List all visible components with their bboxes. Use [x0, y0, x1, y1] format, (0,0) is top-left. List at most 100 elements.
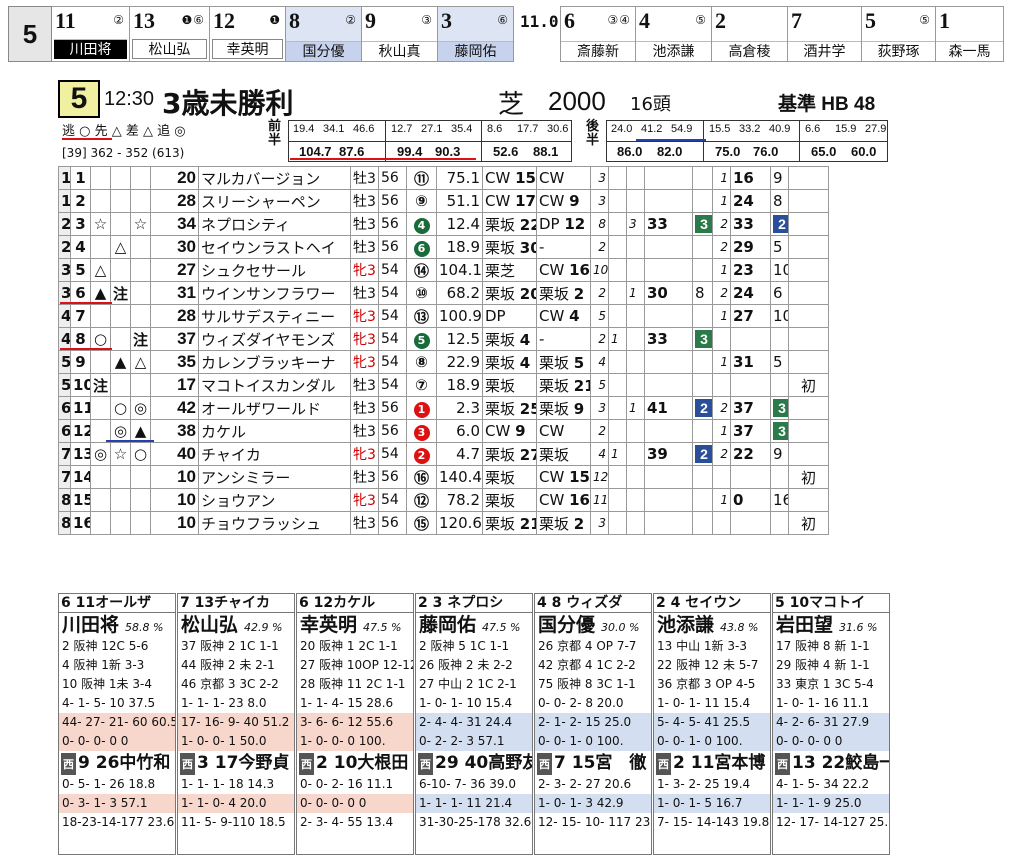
trainer-stat-1: 6-10- 7- 36 39.0: [419, 777, 516, 791]
index-e: 2: [712, 442, 731, 466]
mark-1: [90, 304, 111, 328]
jockey-rate: 47.5 %: [363, 621, 402, 634]
entry-row: 714 10アンシミラー牡356 ⑯ 140.4栗坂 CW 1512 初: [58, 465, 829, 489]
rank-number: 3: [590, 166, 609, 190]
training-2: CW 9: [536, 189, 591, 213]
top-strip-cell: 11 ② 川田将: [52, 6, 130, 62]
popularity: 5: [406, 327, 437, 351]
lap-total: 87.6: [339, 144, 365, 159]
lap-split: 19.4: [293, 123, 315, 135]
index-a: [608, 166, 627, 190]
odds: 2.3: [436, 396, 483, 420]
index-d: [692, 511, 713, 535]
score: 34: [150, 212, 199, 236]
index-b: [626, 189, 645, 213]
mark-1: ☆: [90, 212, 111, 236]
horse-number: 11: [70, 396, 91, 420]
index-c: [644, 373, 693, 397]
index-e: 1: [712, 166, 731, 190]
popularity: ⑭: [406, 258, 437, 282]
jockey-panel-horse: 5 10マコトイ: [773, 594, 889, 613]
index-a: 1: [608, 442, 627, 466]
top-strip-marks: ⑤: [695, 13, 707, 27]
sex-age: 牝3: [350, 488, 379, 512]
trainer-stat-1: 2- 3- 2- 27 20.6: [538, 777, 632, 791]
jockey-panel: 2 3 ネプロシ 藤岡佑 47.5 % 2 阪神 5 1C 1-1 26 阪神 2 未 …: [415, 593, 533, 855]
index-g: 6: [770, 281, 789, 305]
training-value: 17: [515, 192, 536, 210]
index-a: [608, 511, 627, 535]
trainer-stat-2: 1- 0- 1- 5 16.7: [654, 794, 770, 813]
horse-name: マコトイスカンダル: [198, 373, 351, 397]
entry-row: 4728サルサデスティニー牝354⑬100.9DP CW 4512710: [58, 304, 829, 328]
training-course: CW: [539, 169, 565, 187]
mark-3: [130, 258, 151, 282]
index-g-badge: 9: [773, 445, 783, 463]
training-1: 栗坂: [482, 488, 537, 512]
training-course: CW: [539, 261, 570, 279]
horse-number: 7: [70, 304, 91, 328]
index-f-value: 24: [733, 192, 754, 210]
back-lap-box: 24.0 41.2 54.9 15.5 33.2 40.9 6.6 15.9 27.9 86.0 8…: [606, 120, 888, 162]
index-e: 1: [712, 304, 731, 328]
waku-number: 1: [58, 166, 71, 190]
index-f-value: 27: [733, 307, 754, 325]
training-value: 16: [569, 491, 590, 509]
underline-blue: [106, 440, 154, 442]
jockey-stat-3: 0- 0- 0- 0 0: [773, 732, 889, 751]
index-b: 1: [626, 281, 645, 305]
entry-row: 23☆☆34ネプロシティ牡356412.4栗坂 22DP 12833332332: [58, 212, 829, 236]
weight: 54: [378, 281, 407, 305]
first-start: [788, 442, 829, 466]
top-strip-horse-number: 5: [865, 8, 876, 33]
top-strip-jockey: 荻野琢: [862, 41, 935, 61]
weight: 54: [378, 442, 407, 466]
top-strip-jockey: 松山弘: [132, 39, 207, 59]
popularity-badge: ⑭: [413, 261, 429, 280]
top-strip-jockey: 秋山真: [362, 41, 437, 61]
jockey-stat-3: 0- 0- 1- 0 100.: [654, 732, 770, 751]
mark-3: [130, 166, 151, 190]
training-course: 栗坂: [485, 445, 520, 464]
lap-total: 90.3: [435, 144, 461, 159]
weight: 56: [378, 465, 407, 489]
mark-3: ☆: [130, 212, 151, 236]
index-g: 10: [770, 258, 789, 282]
popularity: ⑨: [406, 189, 437, 213]
index-c: [644, 304, 693, 328]
popularity: 6: [406, 235, 437, 259]
trainer-label: 3 17今野貞: [197, 753, 290, 773]
race-base: 基準 HB 48: [778, 94, 876, 115]
index-g: [770, 511, 789, 535]
index-b: [626, 350, 645, 374]
training-value: 27: [519, 445, 536, 464]
index-g: 9: [770, 166, 789, 190]
jockey-stat-2: 4- 2- 6- 31 27.9: [773, 713, 889, 732]
sex-age: 牡3: [350, 511, 379, 535]
odds: 68.2: [436, 281, 483, 305]
rank-number: 3: [590, 511, 609, 535]
popularity: 4: [406, 212, 437, 236]
score: 31: [150, 281, 199, 305]
waku-number: 7: [58, 442, 71, 466]
top-strip-cell: 3 ⑥ 藤岡佑: [438, 6, 514, 62]
lap-split: 54.9: [671, 123, 693, 135]
index-c-value: 41: [647, 399, 668, 417]
waku-number: 7: [58, 465, 71, 489]
first-start: [788, 258, 829, 282]
index-c: [644, 465, 693, 489]
top-strip-cell: 1 森一馬: [936, 6, 1004, 62]
training-value: 2: [573, 514, 585, 533]
lap-split: 33.2: [739, 123, 761, 135]
trainer-stat-2: 1- 1- 1- 9 25.0: [773, 794, 889, 813]
index-g: 2: [770, 212, 789, 236]
weight: 56: [378, 189, 407, 213]
jockey-ride-1: 26 京都 4 OP 7-7: [538, 639, 637, 653]
trainer-name: 西3 17今野貞: [178, 751, 294, 775]
jockey-panel-horse: 4 8 ウィズダ: [535, 594, 651, 613]
index-d: [692, 419, 713, 443]
region-tag: 西: [299, 753, 314, 775]
race-number: 5: [58, 80, 100, 118]
sex-age: 牝3: [350, 350, 379, 374]
mark-1: [90, 350, 111, 374]
